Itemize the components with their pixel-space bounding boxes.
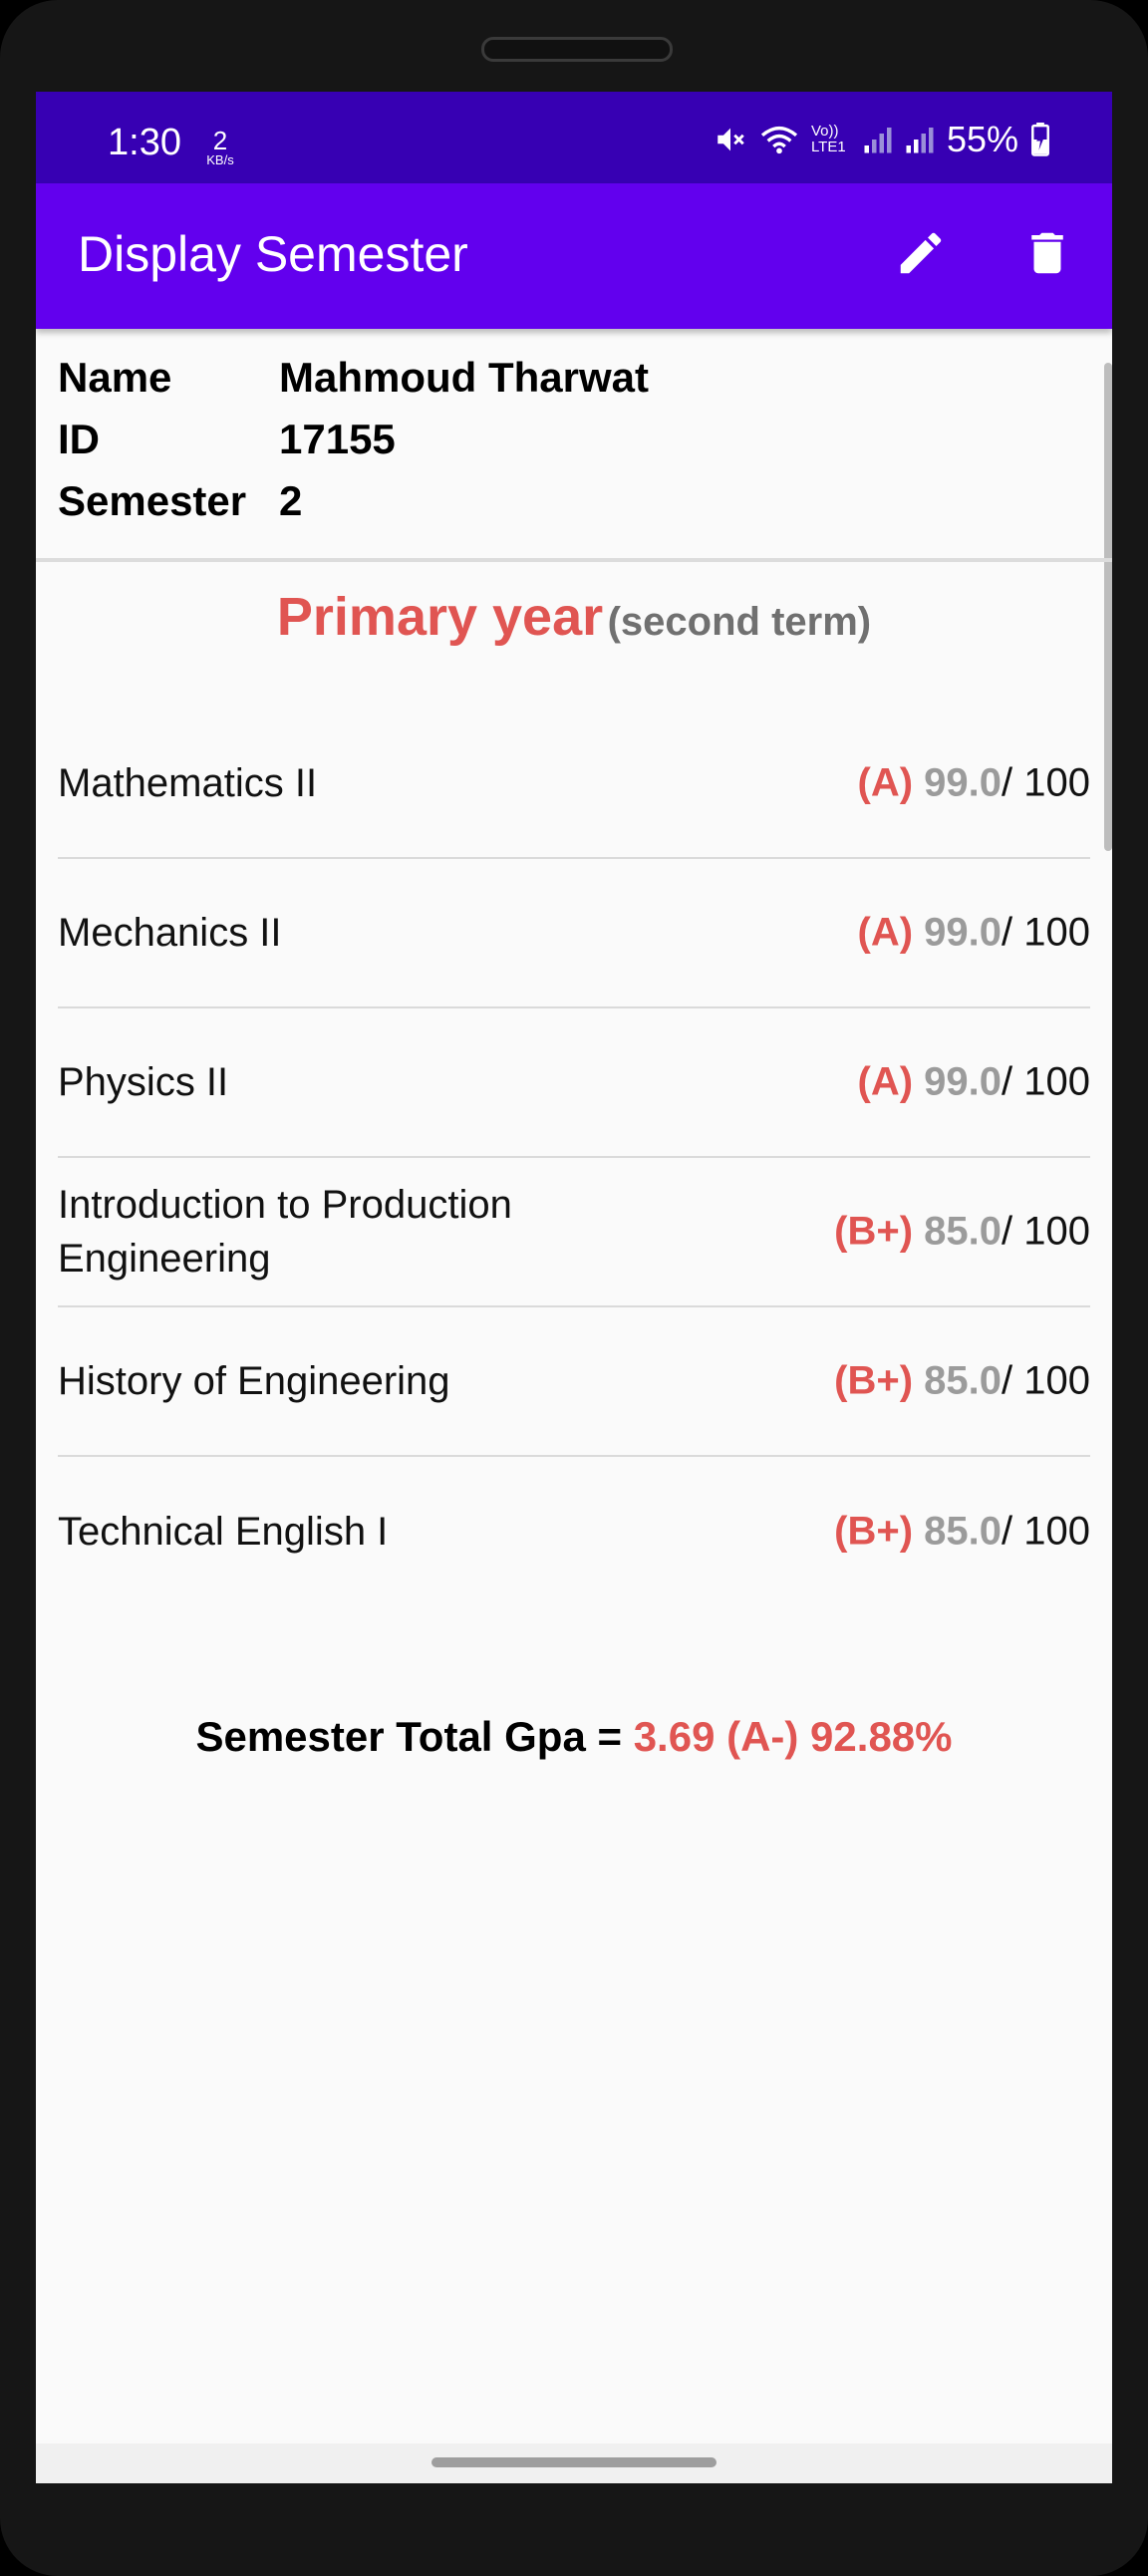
home-gesture-handle[interactable] — [431, 2457, 717, 2467]
course-name: Technical English I — [58, 1510, 389, 1554]
battery-percent: 55% — [946, 119, 1018, 159]
edit-button[interactable] — [885, 219, 957, 291]
signal-icon-sim1 — [863, 125, 893, 154]
course-letter-grade: (A) — [857, 910, 914, 955]
course-grade: (A) 99.0/ 100 — [858, 761, 1090, 806]
id-value: 17155 — [279, 416, 396, 462]
semester-term: (second term) — [607, 600, 872, 644]
screen: 1:30 2 KB/s Vo)) LTE1 55% Display Semest… — [36, 92, 1112, 2483]
course-row[interactable]: Mathematics II (A) 99.0/ 100 — [58, 710, 1090, 859]
network-speed-value: 2 — [212, 126, 228, 155]
course-grade: (A) 99.0/ 100 — [858, 911, 1090, 956]
network-speed-unit: KB/s — [206, 152, 234, 167]
student-info: Name Mahmoud Tharwat ID 17155 Semester 2 — [58, 347, 835, 532]
course-letter-grade: (A) — [857, 760, 914, 805]
course-score: 99.0 — [924, 910, 1003, 955]
course-letter-grade: (A) — [857, 1059, 914, 1104]
course-max-score: / 100 — [1002, 760, 1090, 805]
course-letter-grade: (B+) — [834, 1509, 914, 1554]
course-max-score: / 100 — [1002, 1209, 1090, 1254]
course-row[interactable]: Mechanics II (A) 99.0/ 100 — [58, 859, 1090, 1008]
course-max-score: / 100 — [1002, 1358, 1090, 1403]
student-id-row: ID 17155 — [58, 409, 835, 470]
divider — [36, 558, 1112, 562]
name-label: Name — [58, 354, 172, 401]
semester-value: 2 — [279, 477, 303, 524]
edit-icon — [894, 226, 948, 284]
course-max-score: / 100 — [1002, 910, 1090, 955]
course-list: Mathematics II (A) 99.0/ 100 Mechanics I… — [58, 710, 1090, 1606]
name-value: Mahmoud Tharwat — [279, 354, 650, 401]
status-bar: 1:30 2 KB/s Vo)) LTE1 55% — [36, 92, 1112, 183]
course-score: 85.0 — [924, 1509, 1003, 1554]
course-grade: (B+) 85.0/ 100 — [834, 1510, 1090, 1555]
delete-icon — [1020, 226, 1074, 284]
page-title: Display Semester — [78, 226, 468, 282]
course-grade: (B+) 85.0/ 100 — [834, 1210, 1090, 1255]
signal-icon-sim2 — [905, 125, 935, 154]
battery-charging-icon — [1030, 123, 1050, 156]
mute-icon — [714, 123, 747, 156]
gesture-nav-bar — [36, 2443, 1112, 2483]
semester-year: Primary year — [276, 587, 604, 647]
app-bar: Display Semester — [36, 183, 1112, 329]
wifi-icon — [759, 123, 799, 156]
semester-heading: Primary year (second term) — [36, 586, 1112, 648]
earpiece-speaker — [481, 37, 673, 62]
course-grade: (B+) 85.0/ 100 — [834, 1359, 1090, 1404]
course-score: 85.0 — [924, 1209, 1003, 1254]
student-semester-row: Semester 2 — [58, 470, 835, 532]
course-name: Mechanics II — [58, 911, 282, 955]
total-gpa-value: 3.69 (A-) 92.88% — [633, 1713, 953, 1760]
course-max-score: / 100 — [1002, 1509, 1090, 1554]
course-row[interactable]: History of Engineering (B+) 85.0/ 100 — [58, 1307, 1090, 1457]
volte-lte-icon: Vo)) LTE1 — [810, 123, 846, 155]
course-name: Mathematics II — [58, 761, 318, 805]
course-name: Physics II — [58, 1060, 229, 1104]
id-label: ID — [58, 416, 100, 462]
course-letter-grade: (B+) — [834, 1209, 914, 1254]
course-score: 99.0 — [924, 1059, 1003, 1104]
student-name-row: Name Mahmoud Tharwat — [58, 347, 835, 409]
status-icons: Vo)) LTE1 55% — [714, 119, 1050, 159]
course-row[interactable]: Physics II (A) 99.0/ 100 — [58, 1008, 1090, 1158]
semester-total-gpa: Semester Total Gpa = 3.69 (A-) 92.88% — [36, 1713, 1112, 1761]
course-grade: (A) 99.0/ 100 — [858, 1060, 1090, 1105]
course-name: History of Engineering — [58, 1359, 450, 1403]
course-score: 85.0 — [924, 1358, 1003, 1403]
course-name: Introduction to Production Engineering — [58, 1183, 512, 1281]
network-speed: 2 KB/s — [195, 128, 245, 166]
delete-button[interactable] — [1011, 219, 1083, 291]
semester-label: Semester — [58, 477, 247, 524]
course-max-score: / 100 — [1002, 1059, 1090, 1104]
status-time: 1:30 — [108, 122, 181, 163]
course-score: 99.0 — [924, 760, 1003, 805]
course-row[interactable]: Technical English I (B+) 85.0/ 100 — [58, 1457, 1090, 1606]
course-row[interactable]: Introduction to Production Engineering (… — [58, 1158, 1090, 1307]
total-gpa-label: Semester Total Gpa = — [195, 1713, 634, 1760]
course-letter-grade: (B+) — [834, 1358, 914, 1403]
phone-frame: 1:30 2 KB/s Vo)) LTE1 55% Display Semest… — [0, 0, 1148, 2576]
